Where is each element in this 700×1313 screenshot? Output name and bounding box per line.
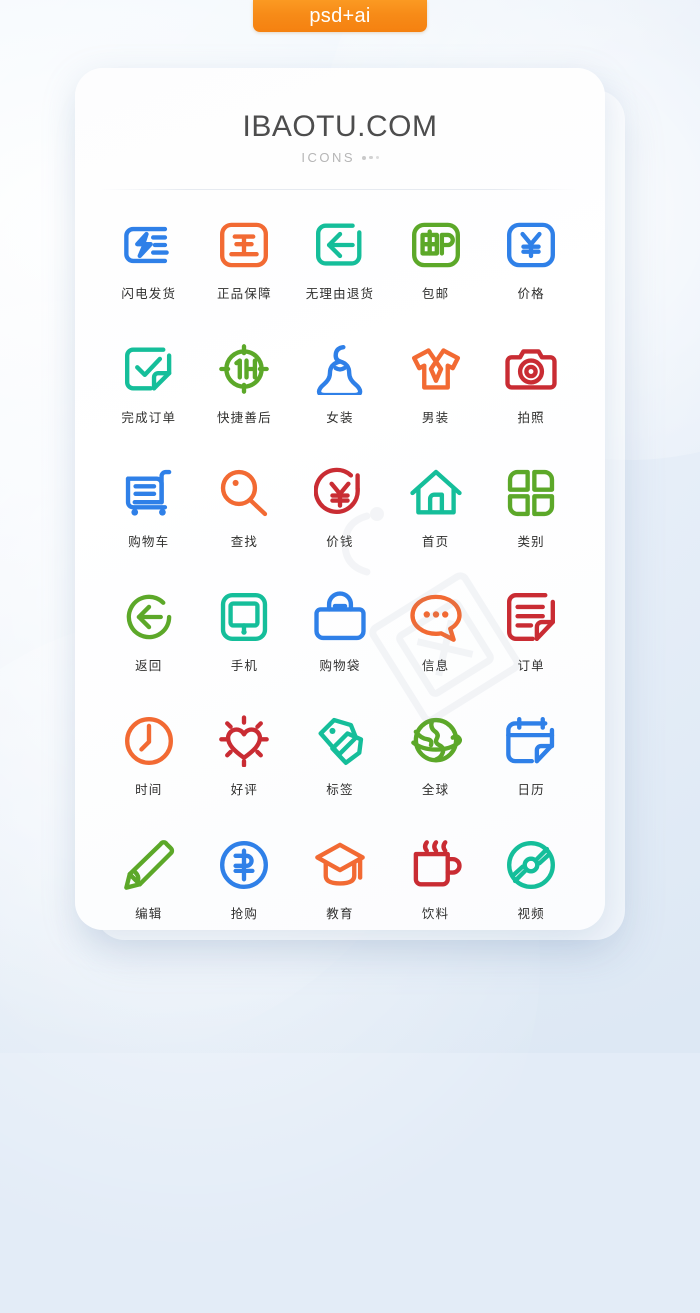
icon-cell[interactable]: 首页: [388, 454, 484, 578]
shirt-icon[interactable]: [410, 339, 462, 399]
icon-cell[interactable]: 信息: [388, 578, 484, 702]
order-list-icon[interactable]: [505, 587, 557, 647]
icon-cell[interactable]: 购物车: [101, 454, 197, 578]
edit-pencil-icon[interactable]: [123, 835, 175, 895]
category-grid-icon[interactable]: [505, 463, 557, 523]
one-hour-icon[interactable]: [218, 339, 270, 399]
icon-cell[interactable]: 查找: [197, 454, 293, 578]
message-bubble-icon[interactable]: [409, 587, 462, 647]
icon-label: 快捷善后: [216, 410, 272, 425]
icon-cell[interactable]: 全球: [388, 702, 484, 826]
icon-cell[interactable]: 闪电发货: [101, 206, 197, 330]
icon-cell[interactable]: 订单: [483, 578, 579, 702]
icon-label: 时间: [135, 782, 163, 797]
icon-grid: 闪电发货 正品保障 无理由退货 包邮 价格 完成订单 快捷善后 女装 男装 拍照: [75, 206, 605, 930]
icon-label: 教育: [326, 906, 354, 921]
icon-label: 查找: [230, 534, 259, 549]
icon-cell[interactable]: 包邮: [388, 206, 484, 330]
header-divider: [101, 189, 579, 190]
icon-cell[interactable]: 日历: [483, 702, 579, 826]
icon-cell[interactable]: 编辑: [101, 826, 197, 930]
icon-label: 编辑: [135, 906, 163, 921]
icon-label: 男装: [421, 410, 450, 425]
icon-label: 视频: [517, 906, 545, 921]
icon-label: 首页: [421, 534, 450, 549]
icon-label: 信息: [421, 658, 450, 673]
icon-cell[interactable]: 购物袋: [292, 578, 388, 702]
yen-circle-icon[interactable]: [313, 463, 366, 523]
icon-label: 完成订单: [121, 410, 177, 425]
icon-cell[interactable]: 时间: [101, 702, 197, 826]
icon-label: 类别: [517, 534, 545, 549]
dress-icon[interactable]: [314, 339, 366, 399]
price-yen-icon[interactable]: [505, 215, 557, 275]
icon-cell[interactable]: 无理由退货: [292, 206, 388, 330]
icon-cell[interactable]: 完成订单: [101, 330, 197, 454]
page-title: IBAOTU.COM: [242, 110, 438, 143]
icon-cell[interactable]: 返回: [101, 578, 197, 702]
home-icon[interactable]: [409, 463, 462, 523]
page-subtitle: ICONS: [301, 150, 356, 165]
icon-cell[interactable]: 抢购: [197, 826, 293, 930]
icon-cell[interactable]: 标签: [292, 702, 388, 826]
calendar-icon[interactable]: [505, 711, 557, 771]
icon-set-card: IBAOTU.COM ICONS 闪电发货 正品保障 无理由退货 包邮 价格 完…: [75, 68, 605, 930]
icon-cell[interactable]: 拍照: [483, 330, 579, 454]
icon-label: 正品保障: [216, 286, 272, 301]
icon-label: 闪电发货: [121, 286, 177, 301]
graduation-cap-icon[interactable]: [314, 835, 366, 895]
back-circle-icon[interactable]: [123, 587, 175, 647]
icon-label: 好评: [230, 782, 259, 797]
icon-label: 无理由退货: [305, 286, 375, 301]
icon-label: 日历: [517, 782, 545, 797]
genuine-guarantee-icon[interactable]: [218, 215, 270, 275]
icon-cell[interactable]: 女装: [292, 330, 388, 454]
tags-icon[interactable]: [314, 711, 366, 771]
shopping-cart-icon[interactable]: [123, 463, 175, 523]
phone-icon[interactable]: [218, 587, 270, 647]
icon-label: 订单: [517, 658, 545, 673]
icon-cell[interactable]: 饮料: [388, 826, 484, 930]
video-disc-icon[interactable]: [505, 835, 557, 895]
free-shipping-icon[interactable]: [410, 215, 462, 275]
heart-rating-icon[interactable]: [218, 711, 270, 771]
icon-label: 女装: [326, 410, 354, 425]
order-complete-icon[interactable]: [123, 339, 175, 399]
icon-label: 价格: [517, 286, 545, 301]
icon-label: 全球: [421, 782, 450, 797]
icon-label: 手机: [230, 658, 259, 673]
icon-cell[interactable]: 价格: [483, 206, 579, 330]
icon-cell[interactable]: 类别: [483, 454, 579, 578]
icon-cell[interactable]: 价钱: [292, 454, 388, 578]
drink-cup-icon[interactable]: [410, 835, 462, 895]
icon-label: 包邮: [421, 286, 450, 301]
icon-label: 饮料: [421, 906, 450, 921]
icon-cell[interactable]: 快捷善后: [197, 330, 293, 454]
icon-label: 标签: [326, 782, 354, 797]
icon-cell[interactable]: 手机: [197, 578, 293, 702]
camera-icon[interactable]: [505, 339, 557, 399]
flash-sale-icon[interactable]: [218, 835, 270, 895]
icon-cell[interactable]: 视频: [483, 826, 579, 930]
icon-label: 购物车: [128, 534, 170, 549]
icon-label: 抢购: [230, 906, 259, 921]
three-dots-icon: [362, 155, 379, 160]
icon-cell[interactable]: 好评: [197, 702, 293, 826]
icon-cell[interactable]: 教育: [292, 826, 388, 930]
icon-cell[interactable]: 男装: [388, 330, 484, 454]
shopping-bag-icon[interactable]: [314, 587, 366, 647]
return-arrow-icon[interactable]: [314, 215, 366, 275]
flash-delivery-icon[interactable]: [123, 215, 175, 275]
card-header: IBAOTU.COM ICONS: [75, 68, 605, 165]
globe-icon[interactable]: [410, 711, 462, 771]
icon-label: 返回: [135, 658, 163, 673]
search-icon[interactable]: [218, 463, 270, 523]
icon-label: 购物袋: [319, 658, 361, 673]
clock-icon[interactable]: [123, 711, 175, 771]
icon-label: 价钱: [326, 534, 354, 549]
icon-label: 拍照: [517, 410, 545, 425]
psd-ai-badge: psd+ai: [253, 0, 427, 32]
icon-cell[interactable]: 正品保障: [197, 206, 293, 330]
subtitle-row: ICONS: [75, 150, 605, 165]
